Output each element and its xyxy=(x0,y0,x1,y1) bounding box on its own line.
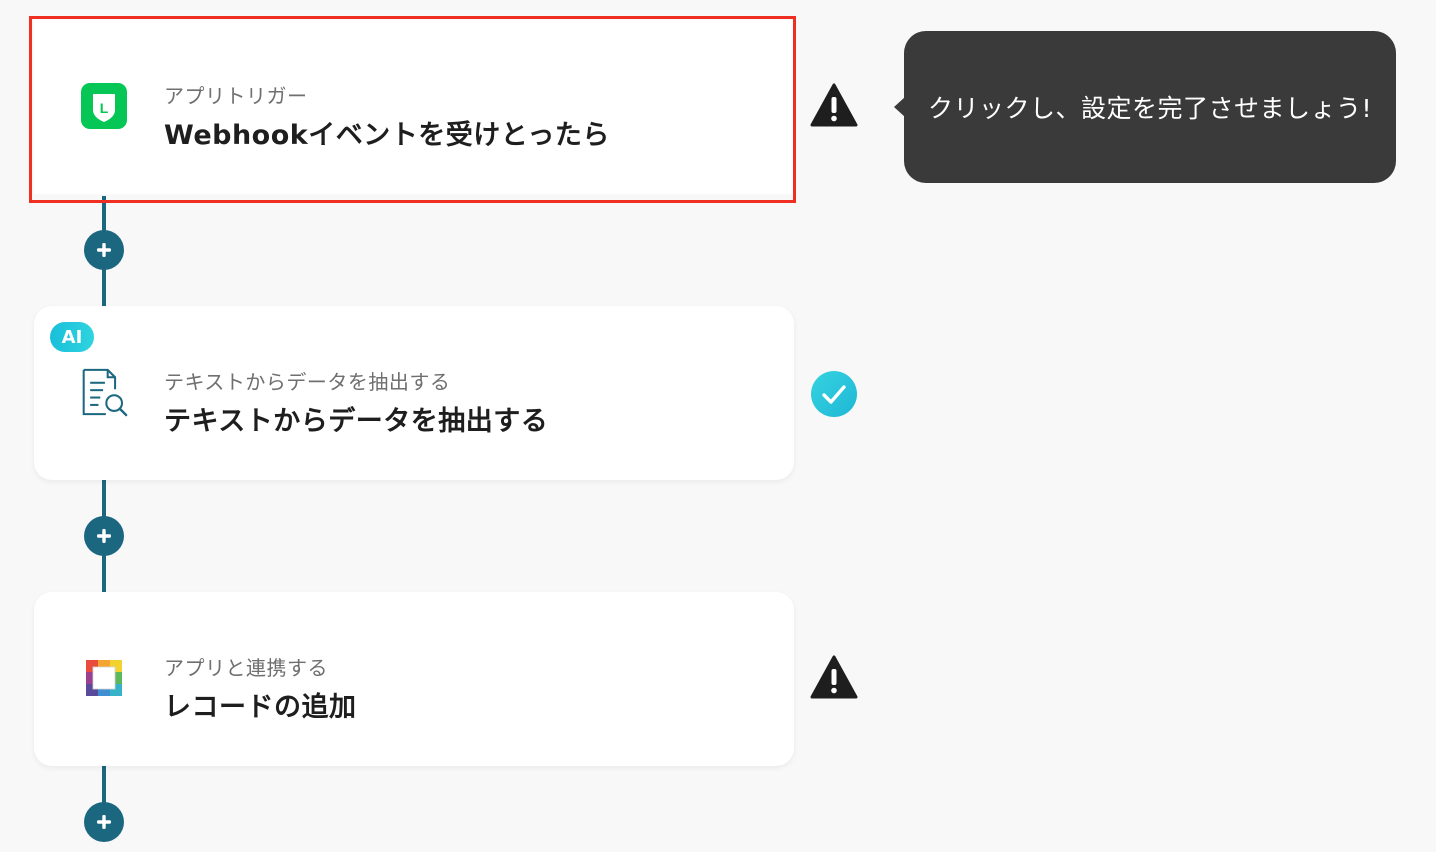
plus-icon xyxy=(97,529,111,543)
database-app-icon xyxy=(80,654,128,702)
step-card-ai-extract[interactable]: AI テキストからデータを抽出する テキストからデータを抽出する xyxy=(34,306,794,480)
plus-icon xyxy=(97,243,111,257)
check-complete-icon xyxy=(809,369,859,419)
step-card-trigger[interactable]: L アプリトリガー Webhookイベントを受けとったら xyxy=(34,20,794,194)
step-title: レコードの追加 xyxy=(164,692,357,723)
line-app-icon: L xyxy=(80,82,128,130)
warning-icon xyxy=(809,80,859,130)
connector-line xyxy=(102,766,106,806)
step-subtitle: テキストからデータを抽出する xyxy=(164,370,451,394)
step-card-add-record[interactable]: アプリと連携する レコードの追加 xyxy=(34,592,794,766)
warning-icon xyxy=(809,652,859,702)
step-title: Webhookイベントを受けとったら xyxy=(164,120,610,151)
step-subtitle: アプリトリガー xyxy=(164,84,308,108)
svg-text:L: L xyxy=(100,100,109,116)
guide-tooltip: クリックし、設定を完了させましょう! xyxy=(894,31,1396,183)
step-title: テキストからデータを抽出する xyxy=(164,406,549,437)
ai-badge: AI xyxy=(50,322,94,352)
step-subtitle: アプリと連携する xyxy=(164,656,328,680)
plus-icon xyxy=(97,815,111,829)
tooltip-text: クリックし、設定を完了させましょう! xyxy=(927,94,1373,123)
add-step-button[interactable] xyxy=(84,802,124,842)
add-step-button[interactable] xyxy=(84,516,124,556)
flow-canvas: L アプリトリガー Webhookイベントを受けとったら AI テキストからデー… xyxy=(0,0,1436,852)
document-search-icon xyxy=(80,368,128,417)
add-step-button[interactable] xyxy=(84,230,124,270)
